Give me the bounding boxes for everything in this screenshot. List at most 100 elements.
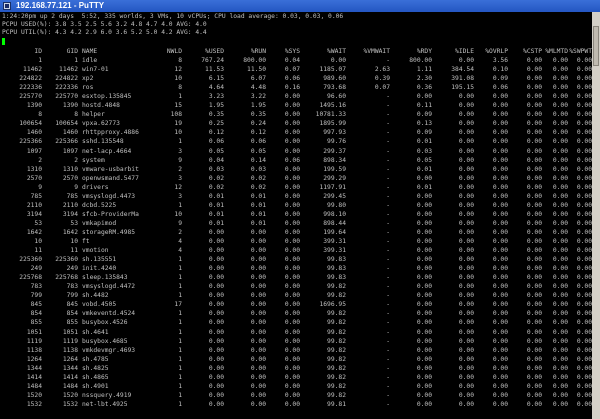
cell-ovrlp: 0.00 <box>492 355 508 363</box>
cell-idle: 0.00 <box>458 292 474 300</box>
title-bar[interactable]: 192.168.77.121 - PuTTY <box>0 0 600 12</box>
cell-run: 0.02 <box>250 183 266 191</box>
column-header-cstp: %CSTP <box>523 48 542 55</box>
cell-used: 0.00 <box>208 265 224 273</box>
cell-sys: 0.00 <box>284 192 300 200</box>
cell-vmwait: - <box>386 156 390 164</box>
cell-mlmtd: 0.00 <box>552 147 568 155</box>
cell-gid: 222336 <box>55 84 78 92</box>
cell-mlmtd: 0.00 <box>552 292 568 300</box>
cell-sys: 0.06 <box>284 156 300 164</box>
cell-cstp: 0.00 <box>526 364 542 372</box>
cell-idle: 0.00 <box>458 265 474 273</box>
cell-cstp: 0.00 <box>526 274 542 282</box>
cell-ovrlp: 0.00 <box>492 201 508 209</box>
terminal-area[interactable]: 1:24:20pm up 2 days 5:52, 335 worlds, 3 … <box>2 13 592 419</box>
cell-swpwt: 0.00 <box>576 256 592 264</box>
cell-wait: 199.59 <box>323 165 346 173</box>
cell-ovrlp: 0.00 <box>492 183 508 191</box>
cell-vmwait: - <box>386 174 390 182</box>
table-row: 1390 1390 hostd.4848 15 1.95 1.95 0.00 1495.16 -… <box>2 102 592 110</box>
cell-used: 0.01 <box>208 201 224 209</box>
cell-id: 10 <box>34 238 42 245</box>
cell-idle: 0.00 <box>458 210 474 218</box>
table-row: 225768 225768 sleep.135843 1 0.00 0.00 0.00 99.… <box>2 274 592 282</box>
cell-mlmtd: 0.00 <box>552 183 568 191</box>
cell-nwld: 12 <box>174 183 182 191</box>
table-row: 799 799 sh.4482 1 0.00 0.00 0.00 99.82 - 0.00 0.00… <box>2 292 592 300</box>
cell-vmwait: - <box>386 319 390 327</box>
cell-ovrlp: 0.00 <box>492 310 508 318</box>
cell-vmwait: - <box>386 129 390 137</box>
cell-sys: 0.00 <box>284 373 300 381</box>
cell-name: busybox.4526 <box>82 319 128 327</box>
cell-gid: 53 <box>70 219 78 227</box>
cell-id: 1 <box>38 57 42 64</box>
cell-used: 4.64 <box>208 84 224 92</box>
cell-ovrlp: 0.00 <box>492 319 508 327</box>
cell-vmwait: 2.63 <box>374 66 390 74</box>
cell-wait: 1895.99 <box>319 120 346 128</box>
cell-wait: 99.82 <box>327 328 346 336</box>
cell-id: 2110 <box>26 201 42 209</box>
cell-gid: 1642 <box>62 228 78 236</box>
table-row: 2570 2570 openwsmand.5477 3 0.02 0.02 0.00 299.… <box>2 175 592 183</box>
cell-wait: 99.82 <box>327 373 346 381</box>
cell-ovrlp: 0.00 <box>492 102 508 110</box>
cell-swpwt: 0.00 <box>576 391 592 399</box>
cell-nwld: 1 <box>178 400 182 408</box>
table-row: 1 1 idle 8 767.24 800.00 0.04 0.00 - 800.00 0.00 3.… <box>2 57 592 65</box>
cell-run: 0.02 <box>250 174 266 182</box>
cell-cstp: 0.00 <box>526 120 542 128</box>
cell-used: 0.00 <box>208 382 224 390</box>
cell-used: 0.00 <box>208 337 224 345</box>
cell-id: 1460 <box>26 129 42 137</box>
cell-wait: 99.82 <box>327 391 346 399</box>
cell-ovrlp: 0.00 <box>492 346 508 354</box>
cell-used: 0.00 <box>208 283 224 291</box>
column-header-sys: %SYS <box>284 48 300 55</box>
cell-wait: 0.00 <box>330 57 346 64</box>
cell-id: 11 <box>34 247 42 255</box>
cell-swpwt: 0.00 <box>576 192 592 200</box>
cell-cstp: 0.00 <box>526 156 542 164</box>
scrollbar-thumb[interactable] <box>593 26 599 66</box>
cell-mlmtd: 0.00 <box>552 337 568 345</box>
summary-line-pcpu-util: PCPU UTIL(%): 4.3 4.2 2.9 6.0 3.6 5.2 5.… <box>2 29 207 36</box>
cell-vmwait: - <box>386 391 390 399</box>
cell-wait: 10781.33 <box>315 111 346 119</box>
cell-idle: 0.00 <box>458 219 474 227</box>
cell-ovrlp: 0.00 <box>492 391 508 399</box>
cell-swpwt: 0.00 <box>576 274 592 282</box>
cell-name: sh.4482 <box>82 292 109 300</box>
cell-cstp: 0.00 <box>526 337 542 345</box>
cell-vmwait: - <box>386 256 390 264</box>
cell-ovrlp: 0.00 <box>492 219 508 227</box>
cell-vmwait: - <box>386 364 390 372</box>
cell-swpwt: 0.00 <box>576 210 592 218</box>
cell-gid: 224822 <box>55 75 78 83</box>
cell-sys: 0.00 <box>284 319 300 327</box>
cell-cstp: 0.00 <box>526 192 542 200</box>
cell-run: 0.00 <box>250 319 266 327</box>
cell-gid: 1138 <box>62 346 78 354</box>
cell-wait: 99.81 <box>327 400 346 408</box>
cell-nwld: 15 <box>174 102 182 110</box>
cell-sys: 0.00 <box>284 228 300 236</box>
cell-cstp: 0.00 <box>526 66 542 74</box>
cell-used: 0.35 <box>208 111 224 119</box>
cell-ovrlp: 0.00 <box>492 165 508 173</box>
cell-idle: 391.08 <box>451 75 474 83</box>
cell-swpwt: 0.00 <box>576 382 592 390</box>
putty-icon[interactable] <box>3 2 11 10</box>
cell-rdy: 0.11 <box>416 102 432 110</box>
cell-sys: 0.00 <box>284 165 300 173</box>
cell-wait: 99.76 <box>327 138 346 146</box>
cell-gid: 2570 <box>62 174 78 182</box>
cell-rdy: 0.00 <box>416 292 432 300</box>
cell-nwld: 1 <box>178 364 182 372</box>
cell-sys: 0.00 <box>284 102 300 110</box>
cell-name: net-lacp.4664 <box>82 147 132 155</box>
cell-mlmtd: 0.00 <box>552 102 568 110</box>
vertical-scrollbar[interactable] <box>592 12 600 419</box>
